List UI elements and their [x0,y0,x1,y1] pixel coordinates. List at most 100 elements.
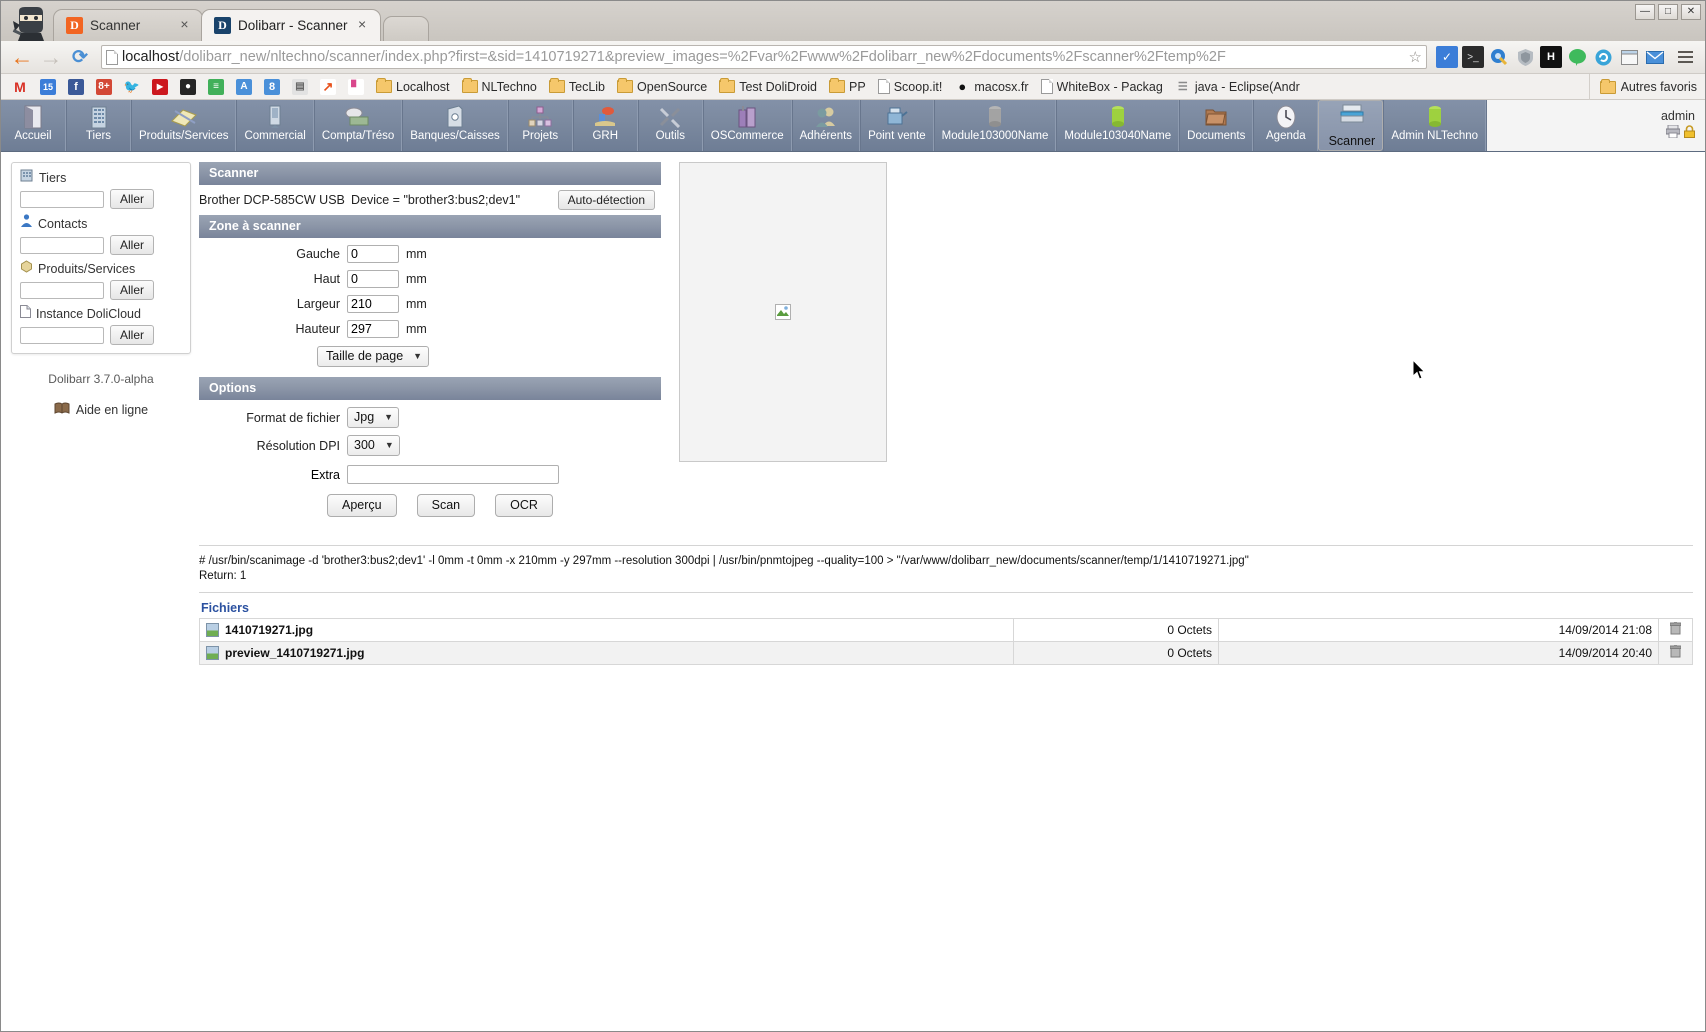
bookmark-calendar[interactable]: 15 [35,77,61,97]
delete-icon[interactable] [1669,622,1682,635]
globe-key-extension-icon[interactable] [1488,46,1510,68]
search-input-contacts[interactable] [20,236,104,254]
bookmark-facebook[interactable]: f [63,77,89,97]
bookmark-translate[interactable]: A [231,77,257,97]
bookmark-youtube[interactable]: ▶ [147,77,173,97]
file-format-select[interactable]: Jpg ▼ [347,407,400,428]
menu-item-module103000name[interactable]: Module103000Name [933,100,1057,151]
mail-extension-icon[interactable] [1644,46,1666,68]
printer-icon[interactable] [1665,124,1681,143]
menu-item-banques-caisses[interactable]: Banques/Caisses [402,100,508,151]
menu-item-compta-treso[interactable]: Compta/Tréso [313,100,403,151]
browser-tab-scanner[interactable]: D Scanner × [53,9,203,41]
forward-icon[interactable]: → [38,44,64,70]
menu-item-documents[interactable]: Documents [1179,100,1254,151]
back-icon[interactable]: ← [9,44,35,70]
close-window-button[interactable]: ✕ [1681,4,1701,20]
preview-button[interactable]: Aperçu [327,494,397,517]
menu-item-commercial[interactable]: Commercial [236,100,314,151]
bookmark-google-plus[interactable]: 8+ [91,77,117,97]
bookmark-analytics[interactable]: ↗ [315,77,341,97]
search-input-dolicloud[interactable] [20,326,104,344]
menu-item-point-vente[interactable]: Point vente [860,100,934,151]
go-button-produits[interactable]: Aller [110,280,155,300]
field-input-largeur[interactable] [347,295,399,313]
extra-input[interactable] [347,465,559,484]
file-name-cell: preview_1410719271.jpg [199,641,1014,665]
bookmark-gmail[interactable]: M [7,77,33,97]
go-button-tiers[interactable]: Aller [110,189,155,209]
file-name[interactable]: 1410719271.jpg [225,623,313,637]
bookmark-test-dolidroid[interactable]: Test DoliDroid [714,78,822,96]
user-name[interactable]: admin [1661,109,1695,123]
search-input-produits[interactable] [20,281,104,299]
menu-item-adherents[interactable]: Adhérents [791,100,861,151]
close-icon[interactable]: × [177,17,192,33]
ninja-avatar-icon[interactable] [9,5,51,41]
bookmark-java-eclipse[interactable]: ☰ java - Eclipse(Andr [1170,77,1305,97]
browser-tab-dolibarr-scanner[interactable]: D Dolibarr - Scanner × [201,9,381,41]
bookmark-bar-chart[interactable]: ▘ [343,77,369,97]
resolution-select[interactable]: 300 ▼ [347,435,400,456]
menu-item-scanner[interactable]: Scanner [1318,100,1384,151]
delete-icon[interactable] [1669,645,1682,658]
hangouts-extension-icon[interactable] [1566,46,1588,68]
reload-icon[interactable]: ⟳ [67,44,93,70]
page-size-select[interactable]: Taille de page ▼ [317,346,430,367]
close-icon[interactable]: × [355,17,370,33]
menu-item-grh[interactable]: GRH [572,100,638,151]
checkmark-extension-icon[interactable]: ✓ [1436,46,1458,68]
bookmark-news[interactable]: ▤ [287,77,313,97]
go-button-contacts[interactable]: Aller [110,235,155,255]
field-input-hauteur[interactable] [347,320,399,338]
bookmark-nltechno[interactable]: NLTechno [457,78,542,96]
terminal-extension-icon[interactable]: >_ [1462,46,1484,68]
menu-item-module103040name[interactable]: Module103040Name [1056,100,1180,151]
lock-icon[interactable] [1684,124,1695,143]
search-input-tiers[interactable] [20,190,104,208]
menu-item-projets[interactable]: Projets [507,100,573,151]
menu-item-agenda[interactable]: Agenda [1253,100,1319,151]
minimize-button[interactable]: — [1635,4,1655,20]
bookmark-notes[interactable]: ≡ [203,77,229,97]
new-tab-button[interactable] [382,16,429,41]
bookmark-star-icon[interactable]: ☆ [1409,48,1422,66]
bookmark-macosx[interactable]: ● macosx.fr [949,77,1033,97]
bookmark-opensource[interactable]: OpenSource [612,78,712,96]
command-line: # /usr/bin/scanimage -d 'brother3:bus2;d… [199,555,1249,567]
bookmark-pp[interactable]: PP [824,78,871,96]
scan-button[interactable]: Scan [416,494,476,517]
bookmark-teclib[interactable]: TecLib [544,78,610,96]
menu-label: Banques/Caisses [410,130,500,142]
menu-item-produits-services[interactable]: Produits/Services [131,100,237,151]
bookmark-scoopit[interactable]: Scoop.it! [873,77,948,96]
auto-detect-button[interactable]: Auto-détection [557,190,655,210]
online-help-link[interactable]: Aide en ligne [11,402,191,418]
bookmark-localhost[interactable]: Localhost [371,78,455,96]
table-row[interactable]: 1410719271.jpg 0 Octets 14/09/2014 21:08 [199,618,1693,642]
window-extension-icon[interactable] [1618,46,1640,68]
other-bookmarks-button[interactable]: Autres favoris [1588,74,1697,100]
go-button-dolicloud[interactable]: Aller [110,325,155,345]
shield-extension-icon[interactable] [1514,46,1536,68]
refresh-circle-extension-icon[interactable] [1592,46,1614,68]
bookmark-owl[interactable]: ● [175,77,201,97]
field-input-haut[interactable] [347,270,399,288]
file-name[interactable]: preview_1410719271.jpg [225,646,364,660]
menu-item-admin-nltechno[interactable]: Admin NLTechno [1383,100,1487,151]
address-bar[interactable]: localhost/dolibarr_new/nltechno/scanner/… [101,45,1427,69]
menu-item-oscommerce[interactable]: OSCommerce [702,100,792,151]
hamburger-menu-icon[interactable] [1673,45,1697,69]
ocr-button[interactable]: OCR [495,494,553,517]
menu-item-outils[interactable]: Outils [637,100,703,151]
menu-item-accueil[interactable]: Accueil [1,100,66,151]
bookmark-twitter[interactable]: 🐦 [119,77,145,97]
bookmark-google-search[interactable]: 8 [259,77,285,97]
table-row[interactable]: preview_1410719271.jpg 0 Octets 14/09/20… [199,641,1693,665]
field-input-gauche[interactable] [347,245,399,263]
menu-item-tiers[interactable]: Tiers [66,100,131,151]
bookmark-whitebox[interactable]: WhiteBox - Packag [1036,77,1168,96]
h-extension-icon[interactable]: H [1540,46,1562,68]
maximize-button[interactable]: □ [1658,4,1678,20]
menu-label: Outils [655,130,685,142]
